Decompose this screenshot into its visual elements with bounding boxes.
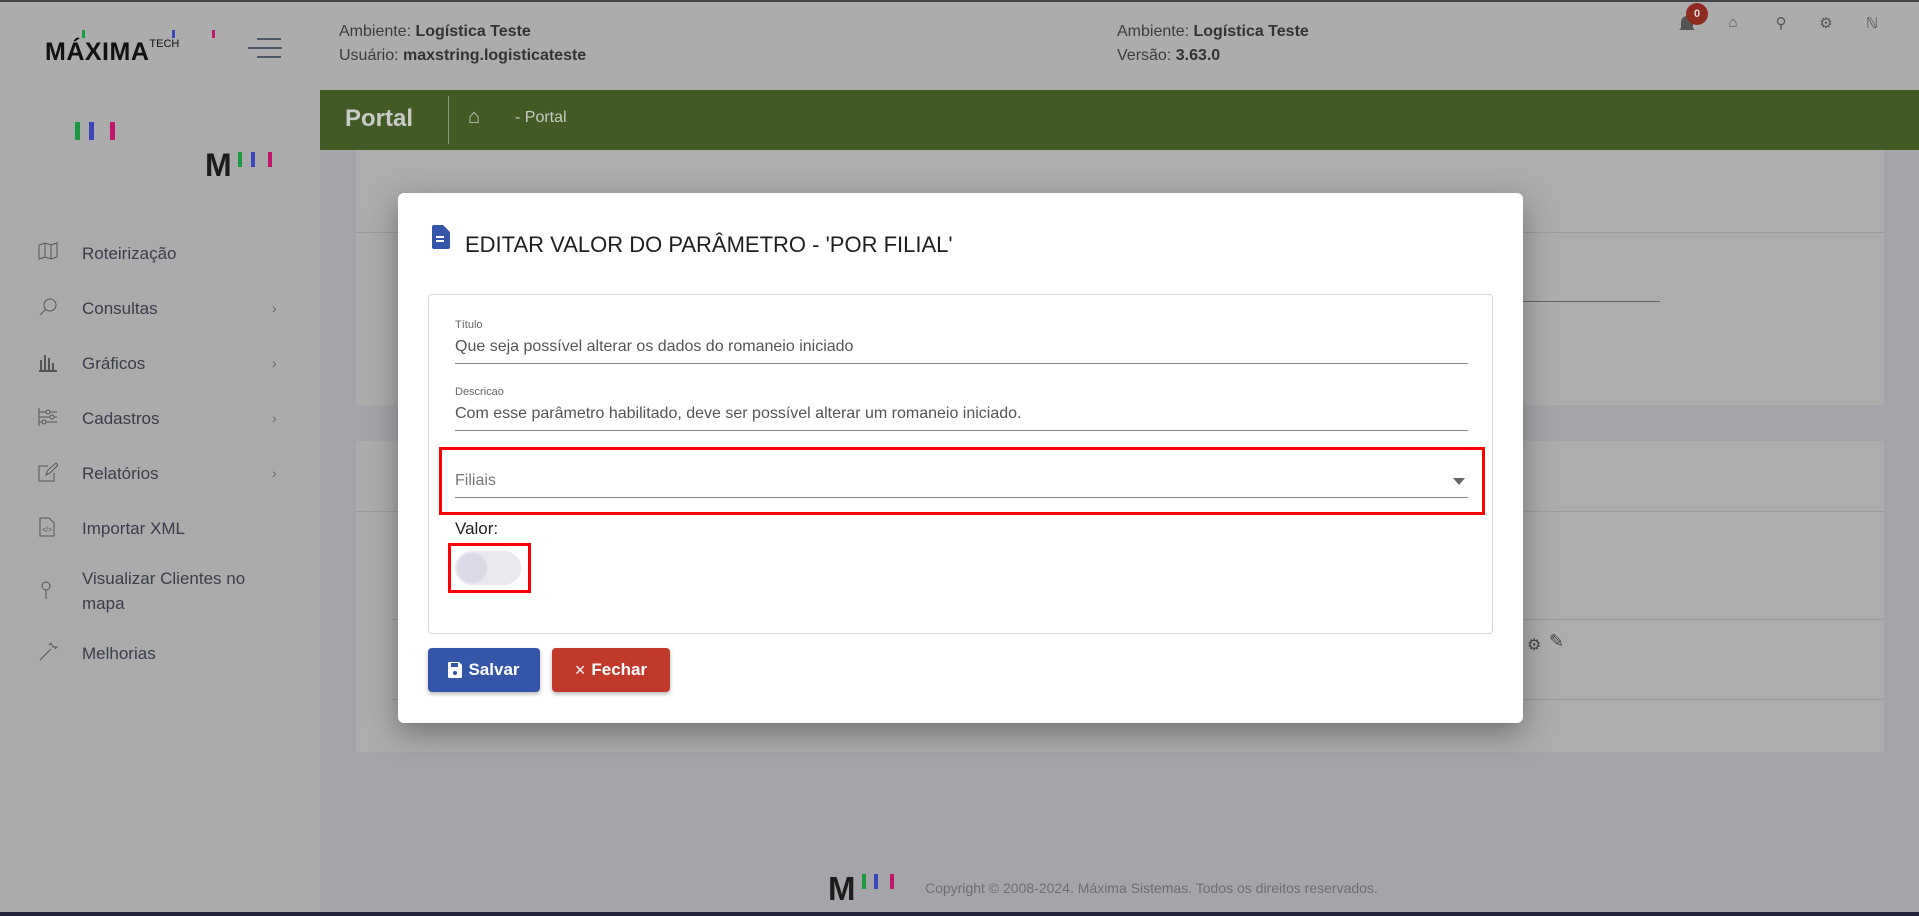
bar-chart-icon: [38, 352, 60, 374]
env-value-right: Logística Teste: [1193, 23, 1309, 40]
user-value: maxstring.logisticateste: [403, 47, 587, 64]
chevron-right-icon: ›: [272, 355, 277, 371]
sidebar: M Roteirização Consultas › Gráficos › Cada…: [0, 90, 320, 916]
breadcrumb-divider: [448, 96, 449, 144]
magic-wand-icon: [38, 642, 60, 664]
chevron-down-icon[interactable]: [1453, 478, 1465, 485]
sidebar-item-importar-xml[interactable]: </> Importar XML: [0, 515, 320, 541]
chevron-right-icon: ›: [272, 300, 277, 316]
home-icon[interactable]: ⌂: [1723, 14, 1743, 34]
floppy-disk-icon: [448, 662, 463, 678]
user-label: Usuário:: [339, 47, 399, 64]
close-label: Fechar: [591, 660, 648, 679]
edit-icon: [38, 462, 60, 484]
descricao-underline: [455, 430, 1468, 431]
chevron-right-icon: ›: [272, 465, 277, 481]
sidebar-item-label: Relatórios: [82, 463, 159, 483]
toggle-knob: [457, 553, 487, 583]
sidebar-item-label: Melhorias: [82, 643, 156, 663]
top-header: MÁXIMATECH Ambiente: Logística Teste Usu…: [0, 2, 1919, 90]
filter-input-underline: [1522, 301, 1660, 302]
row-gear-icon[interactable]: ⚙: [1527, 635, 1541, 655]
modal-title: EDITAR VALOR DO PARÂMETRO - 'POR FILIAL': [465, 232, 953, 257]
env-user-info: Ambiente: Logística Teste Usuário: maxst…: [339, 20, 586, 68]
sidebar-item-visualizar-clientes[interactable]: Visualizar Clientes no mapa: [0, 565, 320, 617]
titulo-underline: [455, 363, 1468, 364]
titulo-label: Título: [455, 319, 483, 331]
close-icon: ×: [574, 659, 586, 680]
sidebar-item-graficos[interactable]: Gráficos ›: [0, 350, 320, 376]
home-icon[interactable]: ⌂: [468, 106, 480, 129]
breadcrumb-bar: Portal ⌂ - Portal: [320, 90, 1919, 150]
gear-icon[interactable]: ⚙: [1816, 14, 1836, 34]
env-version-info: Ambiente: Logística Teste Versão: 3.63.0: [1117, 20, 1309, 68]
save-label: Salvar: [468, 660, 520, 679]
sidebar-item-label: Consultas: [82, 298, 158, 318]
hamburger-menu-icon[interactable]: [248, 38, 282, 58]
page-title: Portal: [345, 105, 414, 132]
sidebar-item-cadastros[interactable]: Cadastros ›: [0, 405, 320, 431]
svg-text:</>: </>: [42, 527, 52, 534]
save-button[interactable]: Salvar: [428, 648, 540, 692]
titulo-field[interactable]: Que seja possível alterar os dados do ro…: [455, 338, 853, 356]
map-icon: [38, 242, 60, 264]
logout-icon[interactable]: ℕ: [1862, 14, 1882, 34]
sidebar-item-consultas[interactable]: Consultas ›: [0, 295, 320, 321]
close-button[interactable]: × Fechar: [552, 648, 670, 692]
window-bottom-border: [0, 912, 1919, 916]
version-value: 3.63.0: [1175, 47, 1221, 64]
sidebar-m-logo: M: [205, 149, 290, 181]
sidebar-item-label: Importar XML: [82, 518, 185, 538]
env-value: Logística Teste: [415, 23, 531, 40]
env-label-right: Ambiente:: [1117, 23, 1190, 40]
footer-logo: M: [828, 872, 908, 906]
document-icon: [432, 225, 450, 254]
file-code-icon: </>: [38, 517, 60, 539]
sidebar-item-melhorias[interactable]: Melhorias: [0, 640, 320, 666]
descricao-label: Descricao: [455, 386, 504, 398]
valor-toggle[interactable]: [455, 551, 521, 585]
sidebar-item-label: Roteirização: [82, 243, 177, 263]
footer-copyright: Copyright © 2008-2024. Máxima Sistemas. …: [925, 880, 1378, 896]
search-icon: [38, 297, 60, 319]
breadcrumb-path: - Portal: [515, 109, 567, 126]
env-label: Ambiente:: [339, 23, 412, 40]
sidebar-item-label: Cadastros: [82, 408, 160, 428]
edit-parameter-modal: EDITAR VALOR DO PARÂMETRO - 'POR FILIAL'…: [398, 193, 1523, 723]
chevron-right-icon: ›: [272, 410, 277, 426]
valor-label: Valor:: [455, 519, 499, 538]
sidebar-brand-bars: [75, 122, 125, 142]
sidebar-item-label: Visualizar Clientes no mapa: [82, 569, 246, 613]
notification-badge: 0: [1686, 3, 1708, 25]
sidebar-item-relatorios[interactable]: Relatórios ›: [0, 460, 320, 486]
version-label: Versão:: [1117, 47, 1172, 64]
filiais-select[interactable]: Filiais: [455, 472, 496, 490]
sliders-icon: [38, 407, 60, 429]
pin-icon: [38, 580, 60, 602]
sidebar-item-roteirizacao[interactable]: Roteirização: [0, 240, 320, 266]
row-edit-icon[interactable]: ✎: [1549, 631, 1564, 652]
filiais-underline: [455, 497, 1468, 498]
sidebar-item-label: Gráficos: [82, 353, 146, 373]
maxima-tech-logo: MÁXIMATECH: [45, 30, 215, 67]
wrench-icon[interactable]: ⚲: [1771, 14, 1791, 34]
filiais-highlight: [439, 447, 1485, 515]
bell-icon[interactable]: 0: [1677, 3, 1708, 34]
parameter-form: Título Que seja possível alterar os dado…: [428, 294, 1493, 634]
descricao-field[interactable]: Com esse parâmetro habilitado, deve ser …: [455, 405, 1022, 423]
